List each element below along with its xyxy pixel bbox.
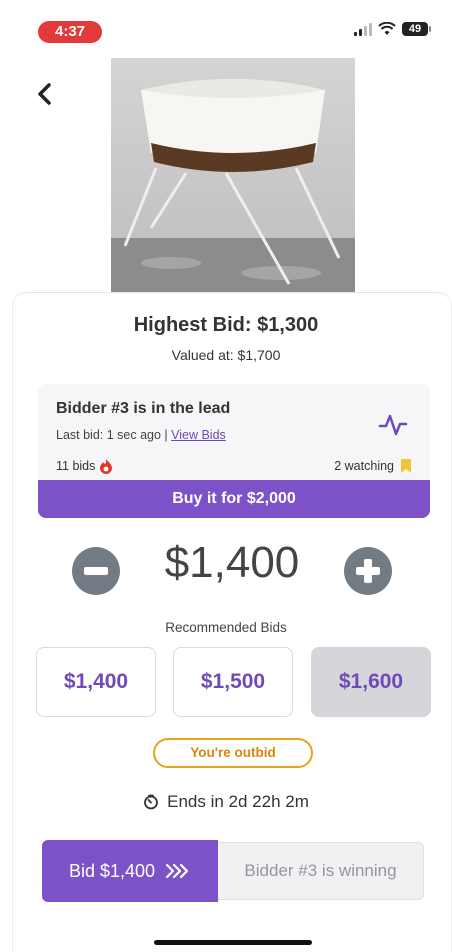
winning-status: Bidder #3 is winning (218, 842, 424, 900)
battery-icon: 49 (402, 22, 431, 36)
recommended-bid-2[interactable]: $1,500 (173, 647, 293, 717)
bid-count-text: 11 bids (56, 459, 96, 473)
ends-in-text: Ends in 2d 22h 2m (167, 792, 309, 811)
wifi-icon (378, 22, 396, 35)
watching-text: 2 watching (334, 459, 394, 473)
place-bid-button[interactable]: Bid $1,400 (42, 840, 218, 902)
home-indicator (154, 940, 312, 945)
status-time: 4:37 (38, 21, 102, 43)
bookmark-icon (401, 459, 411, 473)
signal-icon (354, 22, 372, 36)
recommended-bid-1[interactable]: $1,400 (36, 647, 156, 717)
increase-bid-button[interactable] (344, 547, 392, 595)
timer-icon (144, 794, 159, 810)
last-bid-text: Last bid: 1 sec ago | (56, 428, 172, 442)
decrease-bid-button[interactable] (72, 547, 120, 595)
status-icons: 49 (354, 22, 431, 36)
bid-count: 11 bids (56, 458, 113, 474)
valued-at-label: Valued at: $1,700 (171, 347, 281, 363)
last-bid-info: Last bid: 1 sec ago | View Bids (56, 428, 226, 442)
lead-title: Bidder #3 is in the lead (56, 400, 231, 417)
recommended-bids-label: Recommended Bids (165, 620, 287, 635)
lead-card: Bidder #3 is in the lead Last bid: 1 sec… (38, 384, 430, 518)
buy-now-button[interactable]: Buy it for $2,000 (38, 480, 430, 518)
back-button[interactable] (32, 78, 60, 110)
bassinet-photo-icon (111, 58, 355, 294)
chevrons-right-icon (165, 863, 189, 879)
fire-icon (100, 459, 113, 474)
bid-amount: $1,400 (164, 538, 300, 587)
auction-end-time: Ends in 2d 22h 2m (0, 792, 452, 812)
product-image (111, 58, 355, 294)
view-bids-link[interactable]: View Bids (171, 428, 226, 442)
status-bar: 4:37 49 (0, 0, 452, 48)
recommended-bid-3[interactable]: $1,600 (311, 647, 431, 717)
outbid-badge: You're outbid (153, 738, 313, 768)
activity-pulse-icon (378, 414, 408, 436)
watching-count: 2 watching (334, 458, 412, 474)
place-bid-label: Bid $1,400 (68, 860, 156, 881)
chevron-left-icon (38, 83, 51, 105)
highest-bid-label: Highest Bid: $1,300 (133, 314, 319, 336)
